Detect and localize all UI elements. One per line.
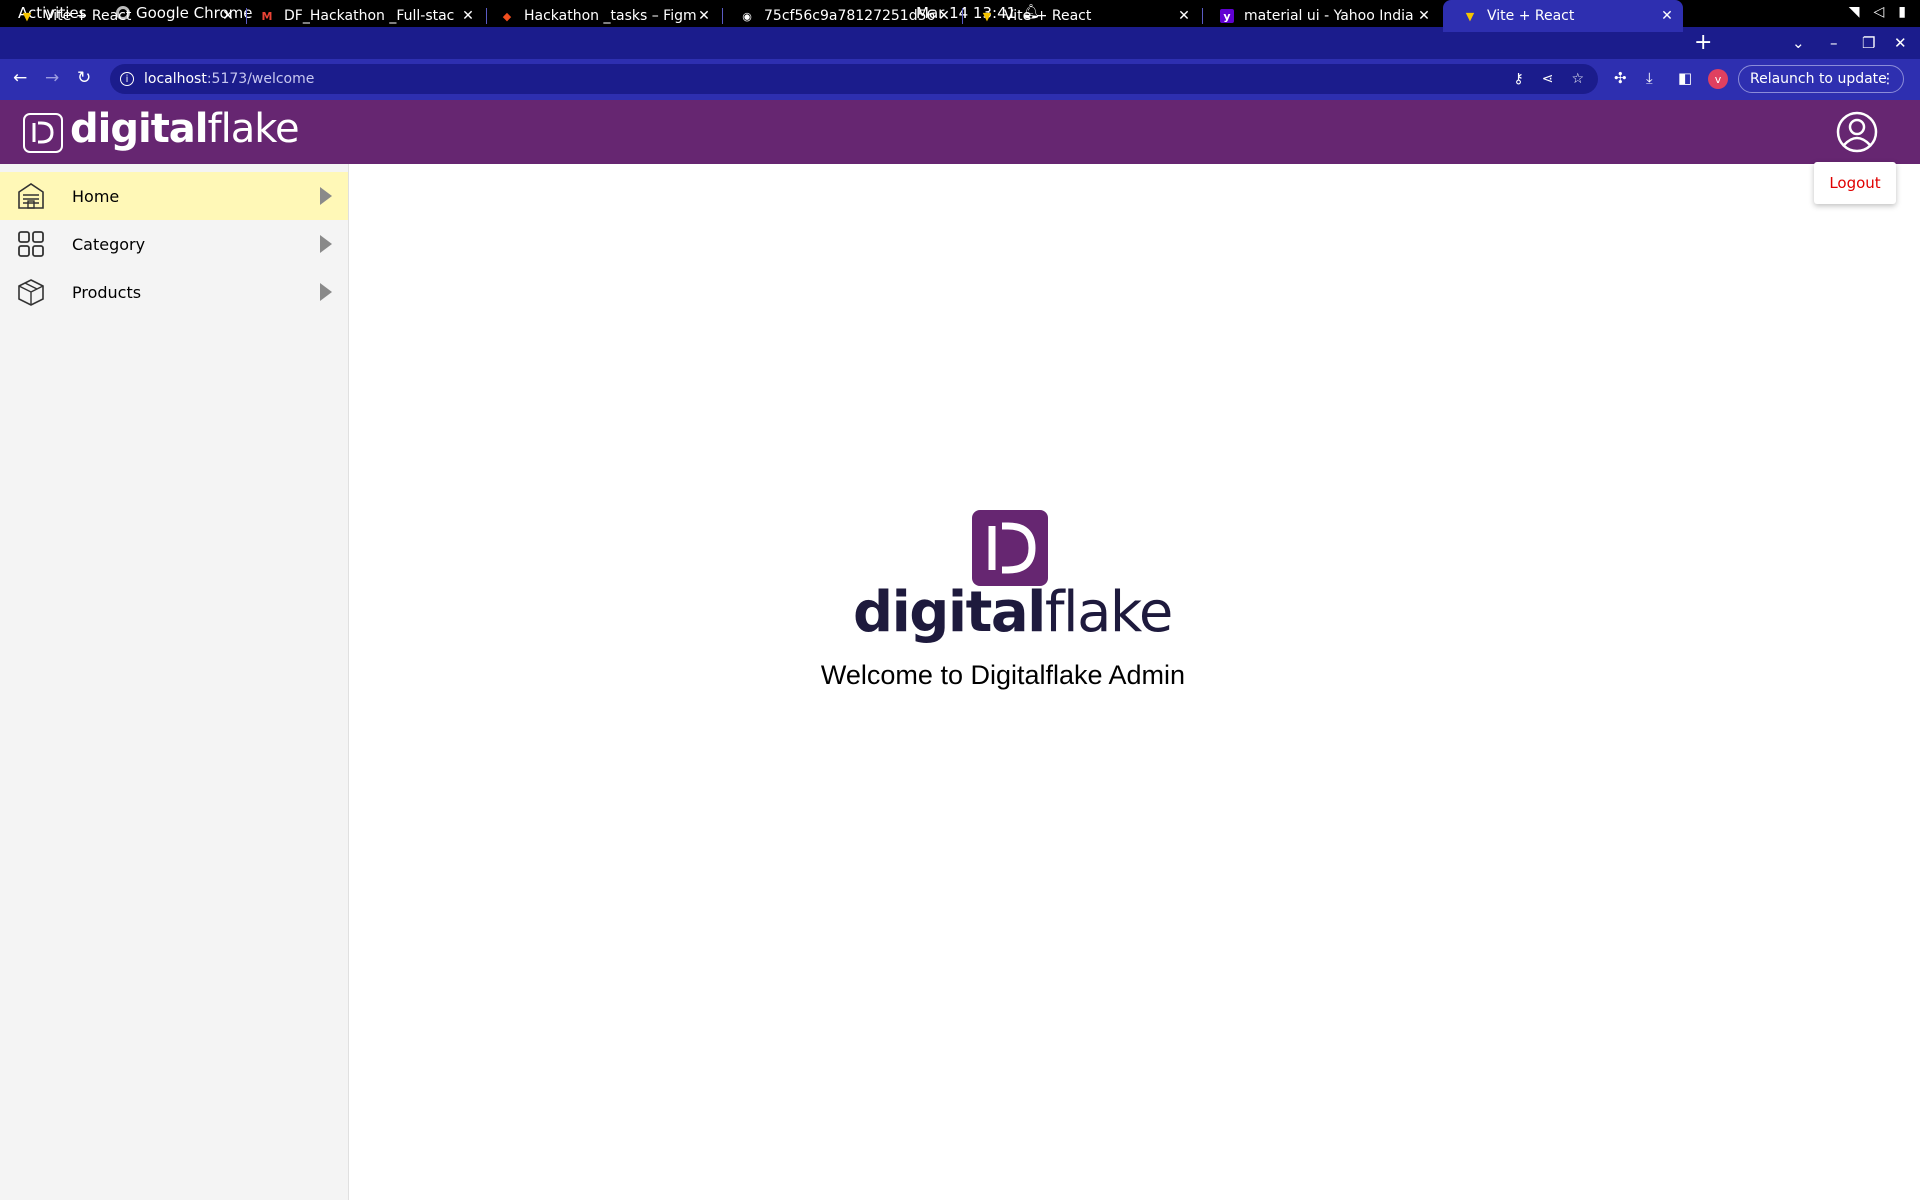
sidebar-item-category[interactable]: Category xyxy=(0,220,348,268)
relaunch-label: Relaunch to update xyxy=(1750,71,1887,87)
box-icon xyxy=(18,279,44,306)
welcome-brand-wordmark: digitalflake xyxy=(853,580,1173,645)
close-icon[interactable]: ✕ xyxy=(1176,8,1192,24)
tab-title: Vite + React xyxy=(1487,8,1575,24)
figma-icon: ◆ xyxy=(502,9,512,23)
tab-title: Hackathon _tasks – Figma xyxy=(524,8,696,24)
close-icon[interactable]: ✕ xyxy=(460,8,476,24)
welcome-message: Welcome to Digitalflake Admin xyxy=(820,660,1186,690)
logout-button[interactable]: Logout xyxy=(1814,162,1896,204)
brand-bold: digital xyxy=(70,106,209,152)
tab-title: Vite + React xyxy=(1004,8,1092,24)
browser-tab-active[interactable]: ▼ Vite + React ✕ xyxy=(1443,0,1683,32)
new-tab-button[interactable]: + xyxy=(1694,27,1712,59)
sidebar-item-products[interactable]: Products xyxy=(0,268,348,316)
extensions-puzzle-icon[interactable]: ✣ xyxy=(1614,69,1627,87)
sidebar-item-label: Products xyxy=(72,282,142,302)
tab-title: material ui - Yahoo India S xyxy=(1244,8,1416,24)
side-panel-icon[interactable]: ◧ xyxy=(1678,69,1692,87)
relaunch-to-update-button[interactable]: Relaunch to update ⋮ xyxy=(1738,65,1904,93)
tab-search-chevron-icon[interactable]: ⌄ xyxy=(1792,27,1805,59)
sidebar-item-label: Home xyxy=(72,186,120,206)
url-host: localhost xyxy=(144,71,207,87)
brand-light: flake xyxy=(1044,580,1173,645)
address-bar[interactable]: i localhost :5173/welcome ⚷ ⋖ ☆ xyxy=(110,64,1598,94)
browser-tab[interactable]: M DF_Hackathon _Full-stac ✕ xyxy=(240,0,484,32)
home-building-icon xyxy=(18,183,44,209)
close-icon[interactable]: ✕ xyxy=(220,8,236,24)
minimize-icon[interactable]: – xyxy=(1830,27,1838,59)
grid-icon xyxy=(18,231,44,257)
brand-light: flake xyxy=(207,106,300,152)
site-info-icon[interactable]: i xyxy=(120,72,134,86)
vite-icon: ▼ xyxy=(22,9,32,23)
browser-tab[interactable]: ◆ Hackathon _tasks – Figma ✕ xyxy=(480,0,720,32)
share-icon[interactable]: ⋖ xyxy=(1542,71,1554,87)
close-icon[interactable]: ✕ xyxy=(936,8,952,24)
bookmark-star-icon[interactable]: ☆ xyxy=(1571,71,1584,87)
close-window-icon[interactable]: ✕ xyxy=(1894,27,1907,59)
chevron-right-icon xyxy=(320,235,332,253)
more-menu-icon[interactable]: ⋮ xyxy=(1881,71,1895,87)
browser-tab[interactable]: ▼ Vite + React ✕ xyxy=(960,0,1200,32)
battery-icon: ▮ xyxy=(1898,4,1906,20)
chevron-right-icon xyxy=(320,283,332,301)
download-icon[interactable]: ⤓ xyxy=(1646,69,1653,87)
url-path: :5173/welcome xyxy=(206,71,315,87)
user-account-icon[interactable] xyxy=(1836,111,1878,153)
tab-title: 75cf56c9a78127251d562b xyxy=(764,8,936,24)
app-header: digitalflake xyxy=(0,100,1920,164)
sidebar: Home Category Products xyxy=(0,164,349,1200)
brand-wordmark[interactable]: digitalflake xyxy=(70,106,300,152)
tab-title: Vite + React xyxy=(44,8,132,24)
chevron-right-icon xyxy=(320,187,332,205)
back-arrow-icon[interactable]: ← xyxy=(13,68,27,88)
restore-icon[interactable]: ❐ xyxy=(1862,27,1875,59)
sidebar-item-label: Category xyxy=(72,234,146,254)
reload-icon[interactable]: ↻ xyxy=(77,68,91,88)
yahoo-icon: y xyxy=(1220,9,1234,23)
browser-tab[interactable]: y material ui - Yahoo India S ✕ xyxy=(1200,0,1440,32)
close-icon[interactable]: ✕ xyxy=(1416,8,1432,24)
browser-tab[interactable]: ▼ Vite + React ✕ xyxy=(0,0,244,32)
system-tray[interactable]: ◥ ◁ ▮ xyxy=(1849,4,1906,20)
close-icon[interactable]: ✕ xyxy=(696,8,712,24)
digitalflake-logo-icon xyxy=(972,510,1048,586)
vite-icon: ▼ xyxy=(1465,9,1475,23)
vite-icon: ▼ xyxy=(982,9,992,23)
globe-icon: ◉ xyxy=(742,9,752,23)
sidebar-item-home[interactable]: Home xyxy=(0,172,348,220)
browser-tab[interactable]: ◉ 75cf56c9a78127251d562b ✕ xyxy=(720,0,960,32)
close-icon[interactable]: ✕ xyxy=(1659,8,1675,24)
brand-bold: digital xyxy=(853,580,1046,645)
digitalflake-logo-icon xyxy=(23,113,63,153)
browser-toolbar: ← → ↻ i localhost :5173/welcome ⚷ ⋖ ☆ ✣ … xyxy=(0,59,1920,100)
tab-title: DF_Hackathon _Full-stac xyxy=(284,8,455,24)
volume-icon: ◁ xyxy=(1873,4,1885,20)
gmail-icon: M xyxy=(261,9,273,23)
password-key-icon[interactable]: ⚷ xyxy=(1513,71,1523,87)
profile-avatar[interactable]: v xyxy=(1708,69,1728,89)
forward-arrow-icon[interactable]: → xyxy=(45,68,59,88)
wifi-icon: ◥ xyxy=(1848,4,1860,20)
